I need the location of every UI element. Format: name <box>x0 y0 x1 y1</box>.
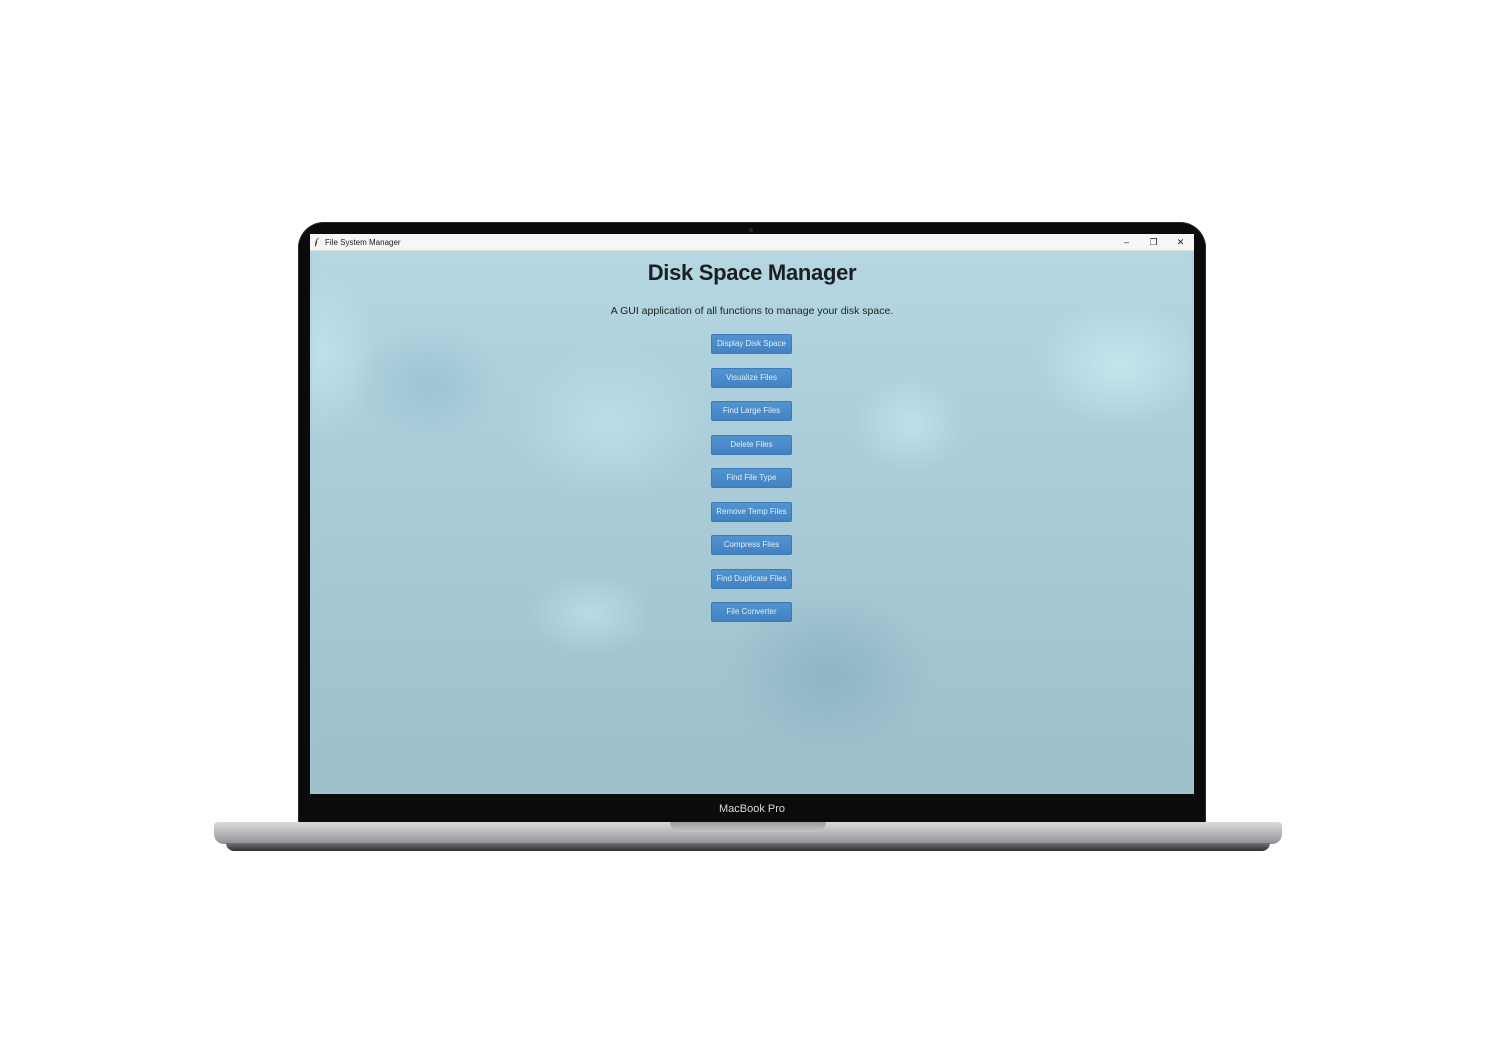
visualize-files-button[interactable]: Visualize Files <box>711 367 792 388</box>
find-large-files-button[interactable]: Find Large Files <box>711 401 792 421</box>
find-file-type-button[interactable]: Find File Type <box>711 468 792 488</box>
mockup-stage: File System Manager – ❐ ✕ Disk Space Man… <box>0 0 1500 1038</box>
minimize-icon[interactable]: – <box>1113 234 1140 250</box>
close-icon[interactable]: ✕ <box>1167 234 1194 250</box>
action-button-list: Display Disk Space Visualize Files Find … <box>711 334 792 636</box>
device-label: MacBook Pro <box>718 803 786 815</box>
page-subtitle: A GUI application of all functions to ma… <box>610 305 894 317</box>
delete-files-button[interactable]: Delete Files <box>711 434 792 455</box>
compress-files-button[interactable]: Compress Files <box>711 535 792 555</box>
window-titlebar: File System Manager – ❐ ✕ <box>310 234 1194 251</box>
window-title: File System Manager <box>325 237 401 247</box>
find-duplicate-files-button[interactable]: Find Duplicate Files <box>711 568 792 589</box>
laptop-opening-notch <box>670 822 826 832</box>
laptop-base-edge <box>226 843 1270 851</box>
display-disk-space-button[interactable]: Display Disk Space <box>711 334 792 354</box>
feather-icon <box>313 237 321 247</box>
app-content: Disk Space Manager A GUI application of … <box>310 251 1194 794</box>
maximize-icon[interactable]: ❐ <box>1140 234 1167 250</box>
camera-dot <box>749 228 753 232</box>
laptop-screen: File System Manager – ❐ ✕ Disk Space Man… <box>310 234 1194 794</box>
remove-temp-files-button[interactable]: Remove Temp Files <box>711 501 792 522</box>
page-title: Disk Space Manager <box>647 260 857 285</box>
file-converter-button[interactable]: File Converter <box>711 602 792 622</box>
